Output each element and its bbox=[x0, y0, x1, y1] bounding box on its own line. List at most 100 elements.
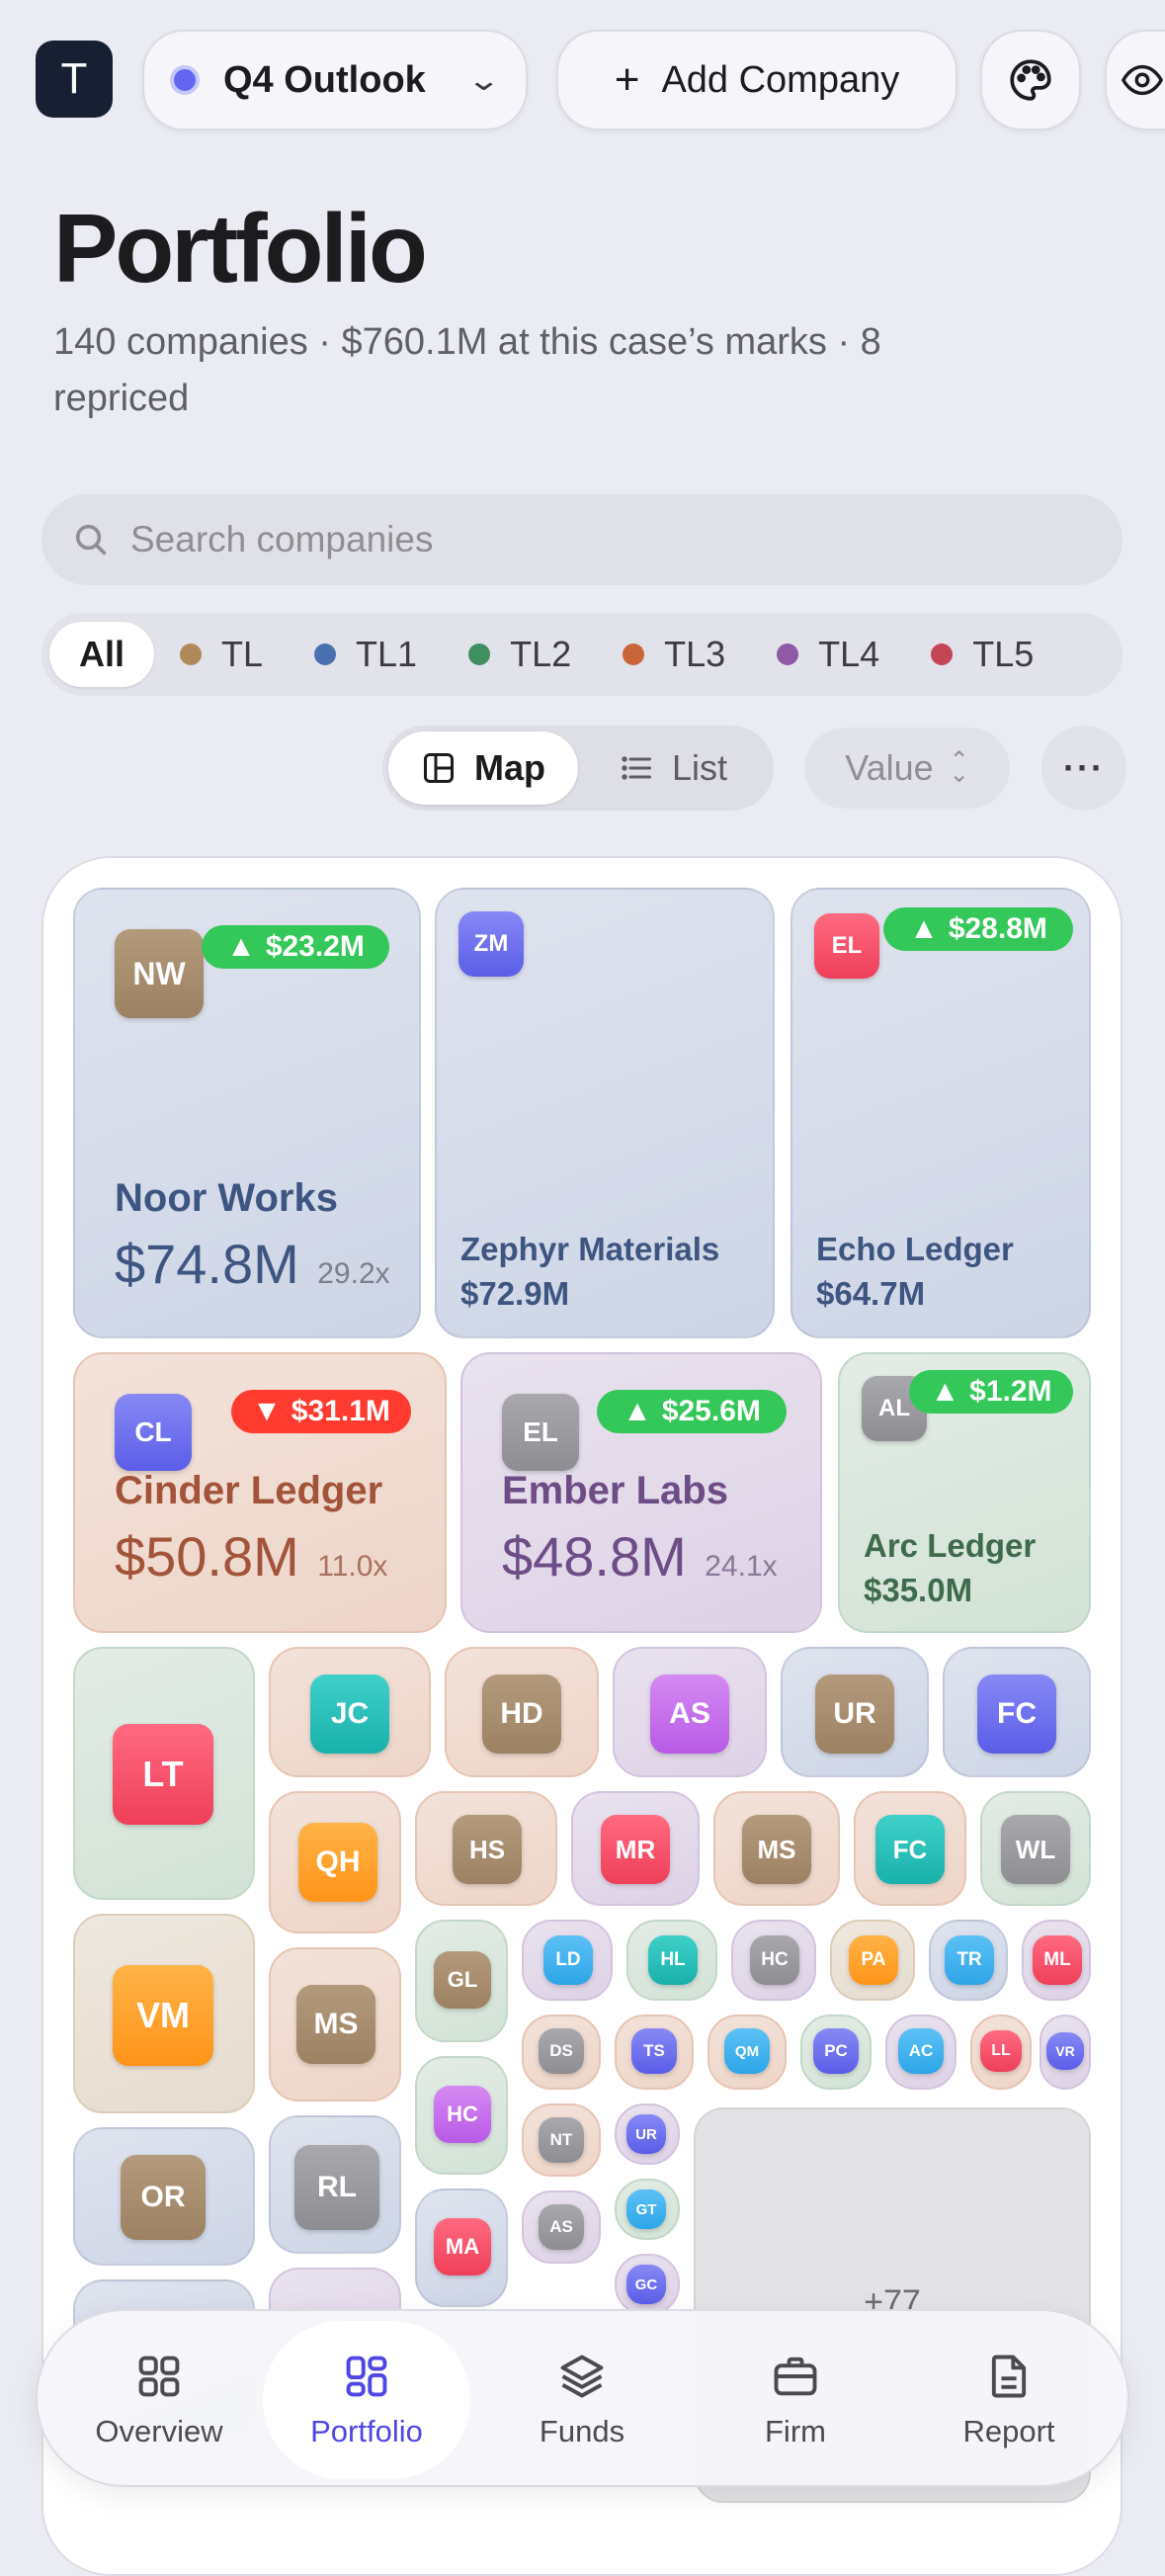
map-view-button[interactable]: Map bbox=[388, 731, 578, 805]
company-tile-qh[interactable]: QH bbox=[269, 1791, 401, 1933]
company-tile-fc[interactable]: FC bbox=[943, 1647, 1091, 1777]
company-tile-hl[interactable]: HL bbox=[626, 1920, 717, 2001]
tab-funds[interactable]: Funds bbox=[478, 2321, 686, 2479]
company-avatar: MS bbox=[742, 1815, 811, 1884]
company-tile-ember-labs[interactable]: EL ▲ $25.6M Ember Labs $48.8M 24.1x bbox=[460, 1352, 822, 1633]
company-tile-vr[interactable]: VR bbox=[1040, 2015, 1091, 2090]
company-tile-wl[interactable]: WL bbox=[980, 1791, 1091, 1906]
company-avatar: WL bbox=[1001, 1815, 1070, 1884]
company-name: Arc Ledger bbox=[864, 1527, 1037, 1564]
company-tile-noor-works[interactable]: NW ▲ $23.2M Noor Works $74.8M 29.2x bbox=[73, 888, 421, 1338]
company-avatar: UR bbox=[626, 2114, 666, 2154]
company-avatar: TR bbox=[945, 1935, 994, 1985]
tab-portfolio[interactable]: Portfolio bbox=[263, 2321, 470, 2479]
company-tile-arc-ledger[interactable]: AL ▲ $1.2M Arc Ledger $35.0M bbox=[838, 1352, 1091, 1633]
price-change-value: $25.6M bbox=[661, 1395, 761, 1427]
portfolio-summary: 140 companies · $760.1M at this case’s m… bbox=[53, 321, 881, 419]
filter-chip-all[interactable]: All bbox=[49, 622, 155, 687]
filter-chip-tl3[interactable]: TL3 bbox=[597, 622, 751, 687]
company-tile-ur-2[interactable]: UR bbox=[615, 2104, 680, 2165]
company-tile-hc[interactable]: HC bbox=[415, 2056, 508, 2175]
filter-chip-label: TL2 bbox=[510, 634, 572, 674]
company-avatar: GT bbox=[626, 2190, 666, 2229]
more-options-button[interactable]: ··· bbox=[1041, 726, 1126, 811]
company-avatar: VM bbox=[113, 1965, 213, 2066]
price-change-value: $23.2M bbox=[265, 930, 365, 963]
company-multiple: 11.0x bbox=[317, 1550, 388, 1583]
company-tile-ts[interactable]: TS bbox=[615, 2015, 694, 2090]
tab-firm[interactable]: Firm bbox=[692, 2321, 899, 2479]
add-company-button[interactable]: + Add Company bbox=[556, 30, 957, 130]
company-avatar: PC bbox=[813, 2028, 859, 2074]
company-tile-vm[interactable]: VM bbox=[73, 1914, 255, 2113]
search-input[interactable] bbox=[128, 518, 1022, 561]
company-tile-hs[interactable]: HS bbox=[415, 1791, 557, 1906]
tab-label: Firm bbox=[765, 2414, 826, 2448]
company-tile-cinder-ledger[interactable]: CL ▼ $31.1M Cinder Ledger $50.8M 11.0x bbox=[73, 1352, 447, 1633]
company-tile-ll[interactable]: LL bbox=[970, 2015, 1032, 2090]
company-tile-ur[interactable]: UR bbox=[781, 1647, 929, 1777]
company-tile-as-2[interactable]: AS bbox=[522, 2190, 601, 2264]
company-tile-lt[interactable]: LT bbox=[73, 1647, 255, 1900]
company-tile-zephyr-materials[interactable]: ZM Zephyr Materials $72.9M bbox=[435, 888, 775, 1338]
company-tile-mr[interactable]: MR bbox=[571, 1791, 700, 1906]
company-tile-nt[interactable]: NT bbox=[522, 2104, 601, 2177]
company-tile-as[interactable]: AS bbox=[613, 1647, 767, 1777]
tier-dot bbox=[931, 644, 954, 665]
search-bar[interactable] bbox=[42, 494, 1123, 585]
price-change-badge: ▼ $31.1M bbox=[231, 1390, 411, 1433]
company-avatar: ZM bbox=[458, 911, 524, 977]
tab-report[interactable]: Report bbox=[905, 2321, 1113, 2479]
filter-chip-tl5[interactable]: TL5 bbox=[905, 622, 1059, 687]
company-avatar: FC bbox=[875, 1815, 945, 1884]
scenario-picker[interactable]: Q4 Outlook ⌄ bbox=[142, 30, 528, 130]
company-tile-or[interactable]: OR bbox=[73, 2127, 255, 2266]
company-tile-ld[interactable]: LD bbox=[522, 1920, 613, 2001]
company-tile-hc-2[interactable]: HC bbox=[731, 1920, 816, 2001]
company-tile-qm[interactable]: QM bbox=[707, 2015, 787, 2090]
tab-label: Portfolio bbox=[310, 2414, 423, 2448]
visibility-button[interactable] bbox=[1105, 30, 1165, 130]
company-tile-ml[interactable]: ML bbox=[1022, 1920, 1091, 2001]
company-tile-rl[interactable]: RL bbox=[269, 2115, 401, 2254]
price-change-badge: ▲ $28.8M bbox=[883, 907, 1073, 951]
company-tile-tr[interactable]: TR bbox=[929, 1920, 1008, 2001]
company-tile-jc[interactable]: JC bbox=[269, 1647, 431, 1777]
filter-chip-tl2[interactable]: TL2 bbox=[443, 622, 597, 687]
down-triangle-icon: ▼ bbox=[252, 1395, 282, 1427]
company-tile-echo-ledger[interactable]: EL ▲ $28.8M Echo Ledger $64.7M bbox=[791, 888, 1091, 1338]
sort-select[interactable]: Value ⌃ ⌄ bbox=[804, 728, 1010, 809]
company-tile-pa[interactable]: PA bbox=[830, 1920, 915, 2001]
company-value: $35.0M bbox=[864, 1572, 973, 1608]
filter-chip-tl1[interactable]: TL1 bbox=[289, 622, 443, 687]
tab-overview[interactable]: Overview bbox=[55, 2321, 263, 2479]
company-tile-ms-2[interactable]: MS bbox=[269, 1947, 401, 2102]
filter-chip-label: TL3 bbox=[664, 634, 726, 674]
company-avatar: LT bbox=[113, 1724, 213, 1825]
company-avatar: AC bbox=[898, 2028, 944, 2074]
workspace-avatar-letter: T bbox=[60, 54, 88, 103]
company-tile-ac[interactable]: AC bbox=[885, 2015, 957, 2090]
company-value-row: $74.8M 29.2x bbox=[115, 1232, 390, 1296]
company-avatar: MR bbox=[601, 1815, 670, 1884]
company-multiple: 24.1x bbox=[705, 1550, 778, 1583]
list-view-button[interactable]: List bbox=[578, 731, 768, 805]
company-tile-fc-2[interactable]: FC bbox=[854, 1791, 966, 1906]
company-avatar: RL bbox=[294, 2145, 379, 2230]
workspace-avatar[interactable]: T bbox=[36, 41, 113, 118]
company-tile-ma[interactable]: MA bbox=[415, 2189, 508, 2307]
price-change-badge: ▲ $23.2M bbox=[202, 925, 389, 969]
chevron-down-icon: ⌄ bbox=[465, 63, 502, 97]
company-tile-hd[interactable]: HD bbox=[445, 1647, 599, 1777]
company-tile-pc[interactable]: PC bbox=[800, 2015, 872, 2090]
filter-chip-tl[interactable]: TL bbox=[154, 622, 289, 687]
company-tile-gc[interactable]: GC bbox=[615, 2254, 680, 2315]
scenario-label: Q4 Outlook bbox=[223, 58, 426, 101]
company-tile-gt[interactable]: GT bbox=[615, 2179, 680, 2240]
company-tile-ds[interactable]: DS bbox=[522, 2015, 601, 2090]
theme-button[interactable] bbox=[980, 30, 1081, 130]
company-tile-gl[interactable]: GL bbox=[415, 1920, 508, 2042]
filter-chip-tl4[interactable]: TL4 bbox=[751, 622, 905, 687]
company-avatar: GL bbox=[434, 1951, 491, 2009]
company-tile-ms[interactable]: MS bbox=[713, 1791, 840, 1906]
